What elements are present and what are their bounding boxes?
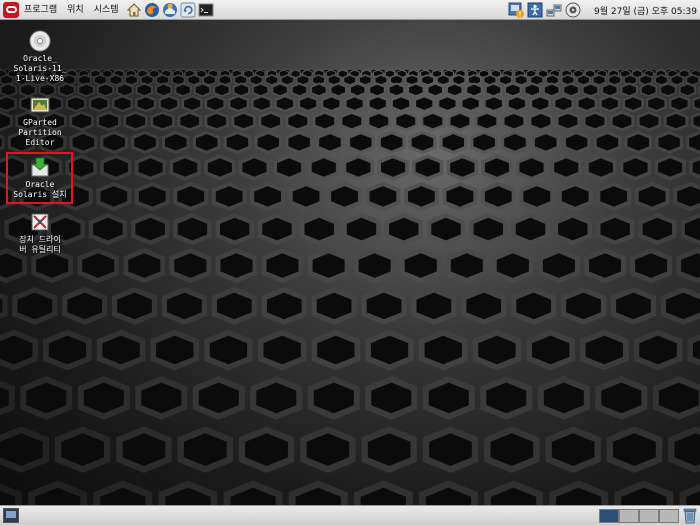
thunderbird-icon[interactable]	[162, 2, 178, 18]
menu-programs[interactable]: 프로그램	[19, 0, 62, 20]
update-notifier-icon[interactable]	[508, 2, 525, 18]
device-driver-icon	[29, 211, 51, 233]
desktop-icon-label: Oracle_ Solaris-11_ 1-Live-X86	[13, 54, 67, 83]
desktop-icon-label: GParted Partition Editor	[18, 118, 62, 147]
accessibility-icon[interactable]	[527, 2, 543, 18]
bottom-panel	[0, 505, 700, 525]
workspace-switcher[interactable]	[599, 509, 679, 523]
show-desktop-button[interactable]	[3, 508, 19, 523]
desktop-icon-device-driver[interactable]: 장치 드라이 버 유틸리티	[6, 211, 74, 255]
workspace-4[interactable]	[659, 509, 679, 523]
install-icon	[29, 156, 51, 178]
workspace-3[interactable]	[639, 509, 659, 523]
system-tray: 9월 27일 (금) 오후 05:39	[508, 0, 700, 20]
desktop-icon-label: 장치 드라이 버 유틸리티	[19, 235, 61, 254]
network-icon[interactable]	[546, 2, 562, 18]
cd-disc-icon	[29, 30, 51, 52]
workspace-2[interactable]	[619, 509, 639, 523]
trash-icon[interactable]	[683, 508, 697, 524]
firefox-icon[interactable]	[144, 2, 160, 18]
desktop[interactable]: Oracle_ Solaris-11_ 1-Live-X86 GParted P…	[0, 20, 700, 505]
terminal-icon[interactable]	[198, 2, 214, 18]
update-manager-icon[interactable]	[180, 2, 196, 18]
menu-places[interactable]: 위치	[62, 0, 89, 20]
desktop-icon-install-solaris[interactable]: Oracle Solaris 설치	[6, 156, 74, 200]
hexagon-wallpaper	[0, 68, 700, 505]
home-icon[interactable]	[126, 2, 142, 18]
oracle-logo-icon[interactable]	[3, 1, 19, 18]
top-panel: 프로그램 위치 시스템 9월 27일 (금) 오후 05:39	[0, 0, 700, 20]
desktop-icon-live-cd[interactable]: Oracle_ Solaris-11_ 1-Live-X86	[6, 30, 74, 84]
menu-system[interactable]: 시스템	[89, 0, 124, 20]
clock[interactable]: 9월 27일 (금) 오후 05:39	[594, 4, 697, 17]
volume-icon[interactable]	[565, 2, 581, 18]
gparted-icon	[29, 94, 51, 116]
workspace-1[interactable]	[599, 509, 619, 523]
desktop-icon-label: Oracle Solaris 설치	[13, 180, 67, 199]
desktop-icon-gparted[interactable]: GParted Partition Editor	[6, 94, 74, 148]
